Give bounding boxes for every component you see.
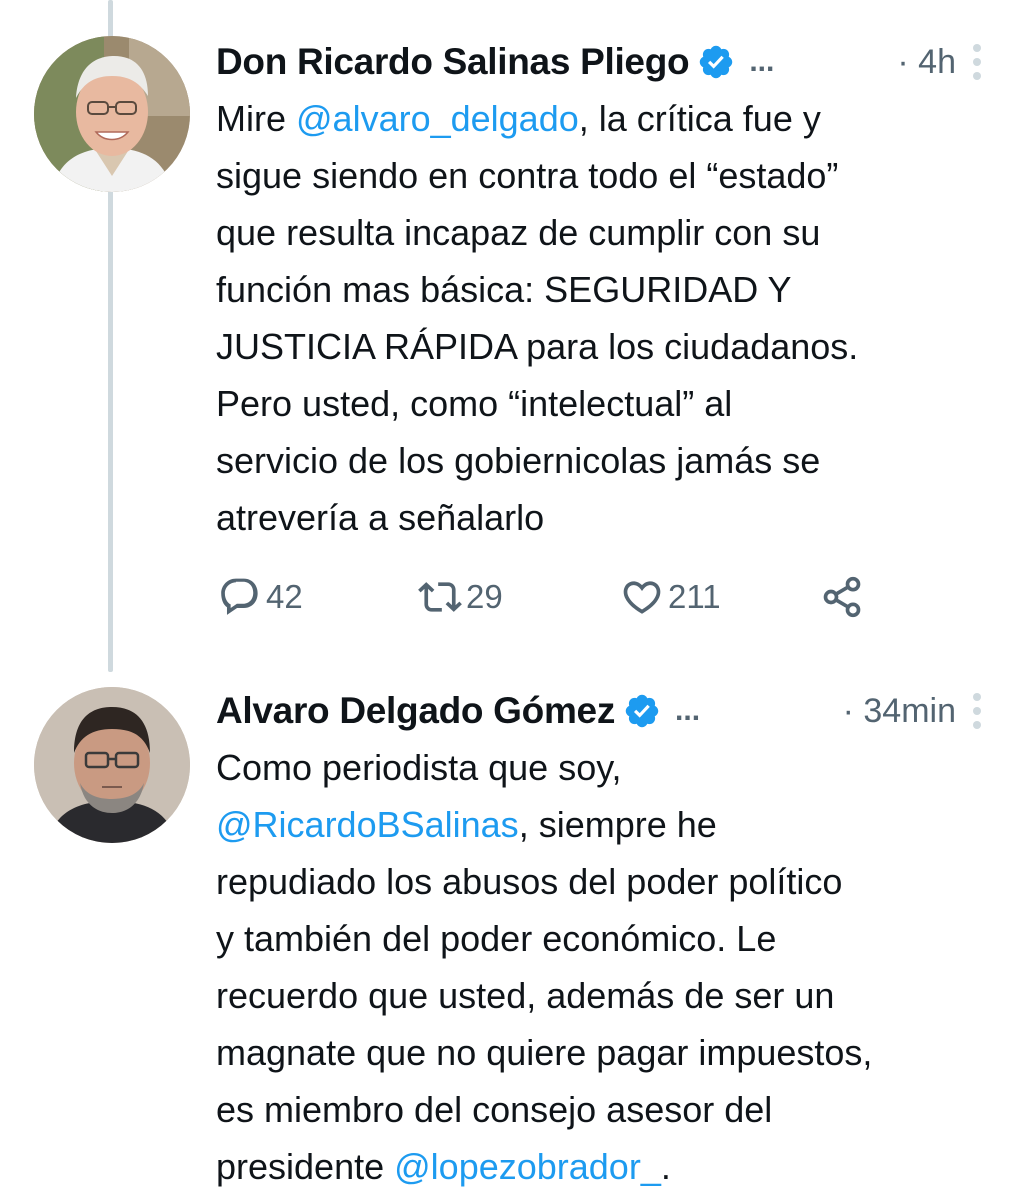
tweet-text-segment: . bbox=[660, 1146, 671, 1187]
reply-icon bbox=[221, 578, 258, 615]
tweet-text: Como periodista que soy, @RicardoBSalinas… bbox=[216, 739, 986, 1195]
tweet-header: Don Ricardo Salinas Pliego ... · 4h bbox=[216, 36, 984, 88]
avatar-portrait-icon bbox=[34, 687, 190, 843]
retweet-icon bbox=[418, 582, 462, 612]
tweet-actions: 42 29 211 bbox=[218, 572, 918, 622]
share-icon bbox=[823, 576, 861, 618]
tweet-text-segment: Mire bbox=[216, 98, 296, 139]
reply-button[interactable]: 42 bbox=[218, 572, 303, 622]
tweet-text-segment: , la crítica fue y sigue siendo en contra… bbox=[216, 98, 859, 538]
reply-count: 42 bbox=[266, 578, 303, 615]
author-display-name[interactable]: Don Ricardo Salinas Pliego bbox=[216, 41, 690, 83]
mention-link[interactable]: @lopezobrador_ bbox=[394, 1146, 661, 1187]
more-vertical-icon[interactable] bbox=[970, 42, 984, 82]
verified-badge-icon bbox=[625, 694, 659, 728]
tweet-timestamp[interactable]: · 4h bbox=[897, 43, 956, 82]
share-button[interactable] bbox=[820, 572, 864, 622]
tweet-salinas[interactable]: Don Ricardo Salinas Pliego ... · 4h Mire… bbox=[0, 0, 1024, 650]
mention-link[interactable]: @alvaro_delgado bbox=[296, 98, 579, 139]
tweet-delgado[interactable]: Alvaro Delgado Gómez ... · 34min Como pe… bbox=[0, 665, 1024, 1200]
tweet-header: Alvaro Delgado Gómez ... · 34min bbox=[216, 685, 984, 737]
tweet-timestamp[interactable]: · 34min bbox=[843, 692, 956, 731]
retweet-count: 29 bbox=[466, 578, 503, 615]
avatar-portrait-icon bbox=[34, 36, 190, 192]
heart-icon bbox=[623, 581, 661, 614]
author-display-name[interactable]: Alvaro Delgado Gómez bbox=[216, 690, 615, 732]
more-vertical-icon[interactable] bbox=[970, 691, 984, 731]
like-count: 211 bbox=[668, 578, 721, 615]
like-button[interactable]: 211 bbox=[620, 572, 721, 622]
retweet-button[interactable]: 29 bbox=[418, 572, 503, 622]
avatar[interactable] bbox=[34, 687, 190, 843]
name-truncation-ellipsis: ... bbox=[675, 694, 701, 727]
tweet-text-segment: Como periodista que soy, bbox=[216, 747, 622, 788]
name-truncation-ellipsis: ... bbox=[749, 45, 775, 78]
tweet-text: Mire @alvaro_delgado, la crítica fue y si… bbox=[216, 90, 986, 546]
mention-link[interactable]: @RicardoBSalinas bbox=[216, 804, 519, 845]
avatar[interactable] bbox=[34, 36, 190, 192]
tweet-text-segment: , siempre he repudiado los abusos del pod… bbox=[216, 804, 873, 1187]
verified-badge-icon bbox=[700, 45, 733, 79]
